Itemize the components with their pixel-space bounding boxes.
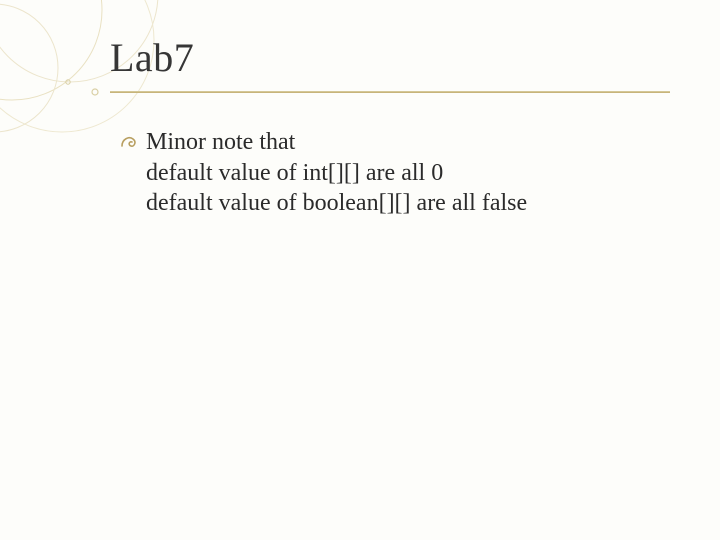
slide-content: Lab7 Minor note that default value of in… bbox=[0, 0, 720, 540]
bullet-text: Minor note that default value of int[][]… bbox=[146, 127, 527, 219]
page-title: Lab7 bbox=[110, 34, 660, 81]
title-divider bbox=[110, 91, 670, 93]
bullet-item: Minor note that default value of int[][]… bbox=[120, 127, 660, 219]
bullet-line-1: Minor note that bbox=[146, 127, 527, 158]
bullet-line-2: default value of int[][] are all 0 bbox=[146, 158, 527, 189]
swirl-bullet-icon bbox=[120, 133, 146, 156]
bullet-line-3: default value of boolean[][] are all fal… bbox=[146, 188, 527, 219]
